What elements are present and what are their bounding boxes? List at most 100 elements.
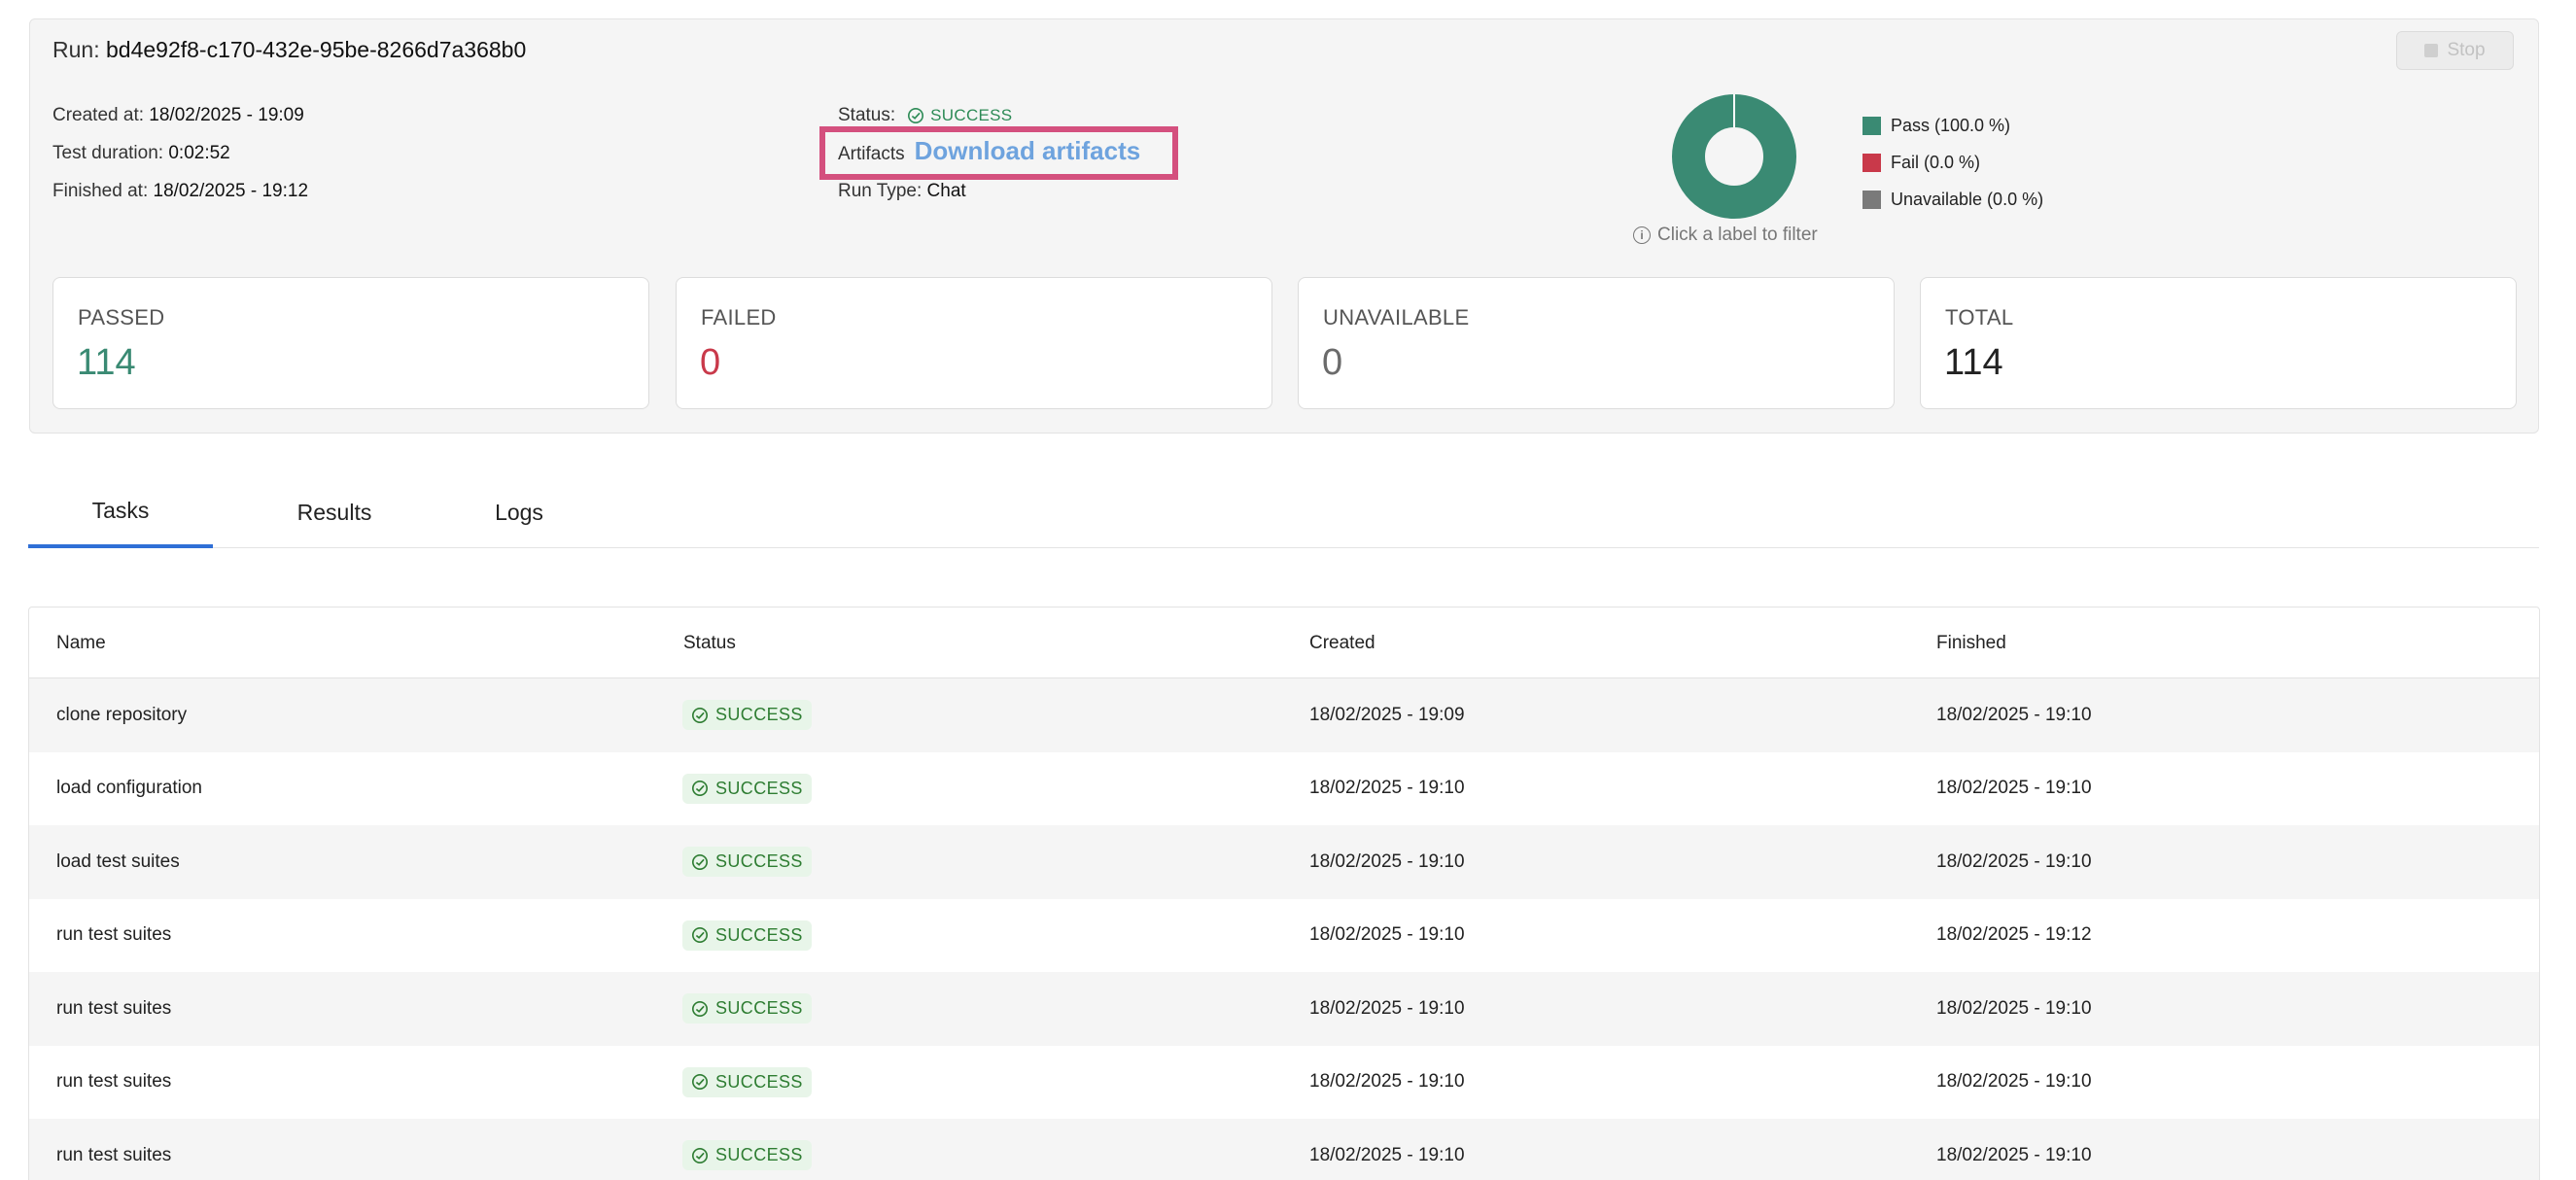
task-name: clone repository <box>56 704 188 725</box>
status-badge: SUCCESS <box>682 993 812 1024</box>
duration-value: 0:02:52 <box>168 143 230 163</box>
check-circle-icon <box>691 927 709 944</box>
table-row[interactable]: load configuration SUCCESS 18/02/2025 - 19… <box>29 752 2539 826</box>
legend-label: Fail (0.0 %) <box>1891 152 1981 172</box>
created-at-value: 18/02/2025 - 19:09 <box>149 105 304 125</box>
filter-hint: i Click a label to filter <box>1633 225 1818 246</box>
column-header-status[interactable]: Status <box>683 633 736 654</box>
status-badge: SUCCESS <box>907 106 1012 125</box>
status-text: SUCCESS <box>715 705 803 725</box>
task-name: run test suites <box>56 997 172 1019</box>
task-name: run test suites <box>56 1071 172 1093</box>
task-name: load test suites <box>56 850 180 872</box>
stat-card-total: TOTAL 114 <box>1920 277 2517 409</box>
task-created: 18/02/2025 - 19:10 <box>1309 1144 1465 1165</box>
run-type-row: Run Type: Chat <box>838 181 966 202</box>
legend-label: Unavailable (0.0 %) <box>1891 189 2044 209</box>
table-row[interactable]: load test suites SUCCESS 18/02/2025 - 19:1… <box>29 825 2539 899</box>
tab-logs[interactable]: Logs <box>427 476 611 548</box>
tab-label: Logs <box>495 499 543 525</box>
duration-label: Test duration: <box>52 143 164 163</box>
legend-item-unavailable[interactable]: Unavailable (0.0 %) <box>1862 181 2043 218</box>
stop-button[interactable]: Stop <box>2396 31 2514 70</box>
task-status-cell: SUCCESS <box>682 678 812 752</box>
check-circle-icon <box>691 781 709 797</box>
table-row[interactable]: run test suites SUCCESS 18/02/2025 - 19:10… <box>29 1046 2539 1120</box>
stat-card-failed: FAILED 0 <box>676 277 1272 409</box>
task-status-cell: SUCCESS <box>682 752 812 826</box>
status-text: SUCCESS <box>715 778 803 798</box>
table-body: clone repository SUCCESS 18/02/2025 - 19:0… <box>29 678 2539 1180</box>
task-name: load configuration <box>56 778 202 799</box>
task-status-cell: SUCCESS <box>682 972 812 1046</box>
table-row[interactable]: clone repository SUCCESS 18/02/2025 - 19:0… <box>29 678 2539 752</box>
stat-card-label: FAILED <box>701 305 777 330</box>
legend-item-pass[interactable]: Pass (100.0 %) <box>1862 107 2043 144</box>
task-finished: 18/02/2025 - 19:12 <box>1936 924 2092 946</box>
status-value: SUCCESS <box>930 106 1013 124</box>
tab-results[interactable]: Results <box>242 476 427 548</box>
task-status-cell: SUCCESS <box>682 1119 812 1180</box>
task-finished: 18/02/2025 - 19:10 <box>1936 997 2092 1019</box>
column-header-finished[interactable]: Finished <box>1936 633 2006 654</box>
artifacts-label: Artifacts <box>838 144 905 164</box>
column-header-created[interactable]: Created <box>1309 633 1375 654</box>
tab-tasks[interactable]: Tasks <box>28 476 213 548</box>
task-finished: 18/02/2025 - 19:10 <box>1936 850 2092 872</box>
table-row[interactable]: run test suites SUCCESS 18/02/2025 - 19:10… <box>29 1119 2539 1180</box>
check-circle-icon <box>691 707 709 723</box>
tabs-bar: Tasks Results Logs <box>28 476 2539 548</box>
status-badge: SUCCESS <box>682 700 812 731</box>
tasks-table: Name Status Created Finished clone reposito… <box>28 607 2540 1180</box>
task-finished: 18/02/2025 - 19:10 <box>1936 778 2092 799</box>
status-label: Status: <box>838 105 896 125</box>
duration-row: Test duration: 0:02:52 <box>52 143 230 164</box>
task-status-cell: SUCCESS <box>682 1046 812 1120</box>
table-row[interactable]: run test suites SUCCESS 18/02/2025 - 19:10… <box>29 899 2539 973</box>
tab-label: Results <box>296 499 372 525</box>
stat-card-unavailable: UNAVAILABLE 0 <box>1298 277 1895 409</box>
status-text: SUCCESS <box>715 1071 803 1092</box>
legend-swatch <box>1862 116 1881 135</box>
chart-legend: Pass (100.0 %) Fail (0.0 %) Unavailable (0… <box>1862 107 2043 218</box>
status-badge: SUCCESS <box>682 773 812 804</box>
run-id: bd4e92f8-c170-432e-95be-8266d7a368b0 <box>105 37 527 62</box>
status-badge: SUCCESS <box>682 1066 812 1097</box>
results-donut-chart <box>1672 94 1796 219</box>
run-title: Run: bd4e92f8-c170-432e-95be-8266d7a368b… <box>52 37 526 63</box>
task-created: 18/02/2025 - 19:10 <box>1309 778 1465 799</box>
run-label: Run: <box>52 37 100 62</box>
status-row: Status: SUCCESS <box>838 105 1012 126</box>
download-artifacts-link[interactable]: Download artifacts <box>915 136 1141 166</box>
check-circle-icon <box>908 107 924 124</box>
table-row[interactable]: run test suites SUCCESS 18/02/2025 - 19:10… <box>29 972 2539 1046</box>
finished-at-row: Finished at: 18/02/2025 - 19:12 <box>52 181 308 202</box>
task-created: 18/02/2025 - 19:09 <box>1309 704 1465 725</box>
column-header-name[interactable]: Name <box>56 633 106 654</box>
stat-card-label: PASSED <box>78 305 165 330</box>
task-created: 18/02/2025 - 19:10 <box>1309 924 1465 946</box>
tab-label: Tasks <box>91 497 150 523</box>
task-status-cell: SUCCESS <box>682 899 812 973</box>
check-circle-icon <box>691 1000 709 1017</box>
stat-card-value: 0 <box>1322 342 1343 383</box>
status-text: SUCCESS <box>715 998 803 1019</box>
finished-at-label: Finished at: <box>52 181 149 201</box>
status-badge: SUCCESS <box>682 1140 812 1171</box>
stat-card-value: 114 <box>1944 342 2003 383</box>
info-icon: i <box>1633 226 1651 244</box>
check-circle-icon <box>691 1074 709 1091</box>
legend-item-fail[interactable]: Fail (0.0 %) <box>1862 144 2043 181</box>
task-finished: 18/02/2025 - 19:10 <box>1936 1144 2092 1165</box>
stat-card-label: UNAVAILABLE <box>1323 305 1470 330</box>
artifacts-row: Artifacts Download artifacts <box>838 136 1140 166</box>
check-circle-icon <box>691 853 709 870</box>
status-badge: SUCCESS <box>682 920 812 951</box>
task-name: run test suites <box>56 924 172 946</box>
finished-at-value: 18/02/2025 - 19:12 <box>153 181 309 201</box>
legend-swatch <box>1862 190 1881 209</box>
task-created: 18/02/2025 - 19:10 <box>1309 850 1465 872</box>
stat-card-passed: PASSED 114 <box>52 277 649 409</box>
stat-card-value: 0 <box>700 342 721 383</box>
stat-card-label: TOTAL <box>1945 305 2014 330</box>
